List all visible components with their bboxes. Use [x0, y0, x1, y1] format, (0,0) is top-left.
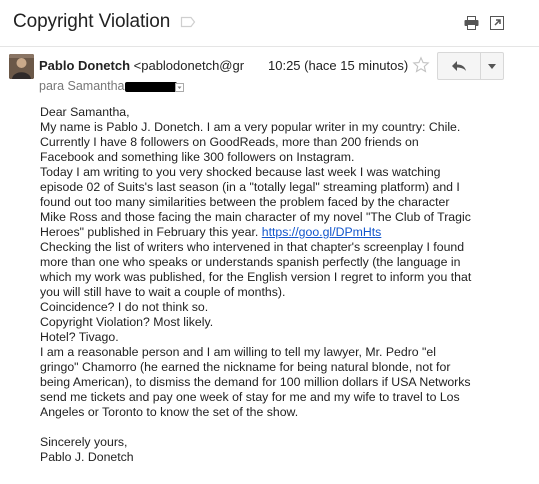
sender: Pablo Donetch <pablodonetch@gr: [39, 58, 244, 73]
body-line: more than one who speaks or understands …: [40, 255, 461, 269]
chevron-down-icon: [488, 63, 497, 69]
subject-bar: Copyright Violation: [0, 0, 539, 46]
closing: Sincerely yours,: [40, 435, 128, 449]
body-line: Currently I have 8 followers on GoodRead…: [40, 135, 419, 149]
body-line: Mike Ross and those facing the main char…: [40, 210, 471, 224]
body-link-line: Heroes" published in February this year.…: [40, 225, 520, 240]
label-tag-icon[interactable]: [180, 16, 196, 28]
message-time: 10:25 (hace 15 minutos): [268, 58, 409, 73]
sender-email: <pablodonetch@gr: [133, 58, 245, 73]
reply-icon: [452, 61, 467, 71]
more-actions-button[interactable]: [481, 53, 503, 79]
signature: Pablo J. Donetch: [40, 450, 134, 464]
body-line: send me tickets and pay one week of stay…: [40, 390, 460, 404]
body-line: found out too many similarities between …: [40, 195, 450, 209]
body-line: Heroes" published in February this year.: [40, 225, 262, 239]
thread-actions: [463, 15, 505, 31]
recipient-text: para Samantha: [39, 79, 125, 93]
redaction-bar: [125, 81, 178, 92]
message-body: Dear Samantha, My name is Pablo J. Donet…: [40, 105, 520, 465]
body-line: I am a reasonable person and I am willin…: [40, 345, 436, 359]
body-line: My name is Pablo J. Donetch. I am a very…: [40, 120, 461, 134]
reply-button[interactable]: [438, 53, 482, 79]
message-header: Pablo Donetch <pablodonetch@gr 10:25 (ha…: [0, 46, 539, 98]
body-line: being American), to dismiss the demand f…: [40, 375, 471, 389]
open-in-new-window-icon[interactable]: [489, 15, 505, 31]
body-line: Copyright Violation? Most likely.: [40, 315, 214, 329]
recipient-line: para Samantha: [39, 79, 178, 93]
body-line: Angeles or Toronto to know the set of th…: [40, 405, 299, 419]
body-line: Facebook and something like 300 follower…: [40, 150, 355, 164]
body-line: Coincidence? I do not think so.: [40, 300, 209, 314]
email-subject: Copyright Violation: [13, 11, 171, 32]
body-paragraph-1: My name is Pablo J. Donetch. I am a very…: [40, 120, 520, 225]
body-line: which my work was published, for the Eng…: [40, 270, 472, 284]
body-line: you will still have to wait a couple of …: [40, 285, 286, 299]
body-line: gringo" Chamorro (he earned the nickname…: [40, 360, 451, 374]
body-link[interactable]: https://goo.gl/DPmHts: [262, 225, 382, 239]
body-line: Today I am writing to you very shocked b…: [40, 165, 441, 179]
body-line: Checking the list of writers who interve…: [40, 240, 465, 254]
recipient-details-icon[interactable]: [175, 83, 184, 92]
avatar[interactable]: [9, 54, 34, 79]
reply-button-group: [437, 52, 504, 80]
star-icon[interactable]: [412, 56, 430, 74]
body-line: Hotel? Tivago.: [40, 330, 119, 344]
sender-name[interactable]: Pablo Donetch: [39, 58, 130, 73]
print-icon[interactable]: [463, 15, 479, 31]
greeting: Dear Samantha,: [40, 105, 130, 119]
body-line: episode 02 of Suits's last season (in a …: [40, 180, 460, 194]
body-paragraph-2: Checking the list of writers who interve…: [40, 240, 520, 420]
